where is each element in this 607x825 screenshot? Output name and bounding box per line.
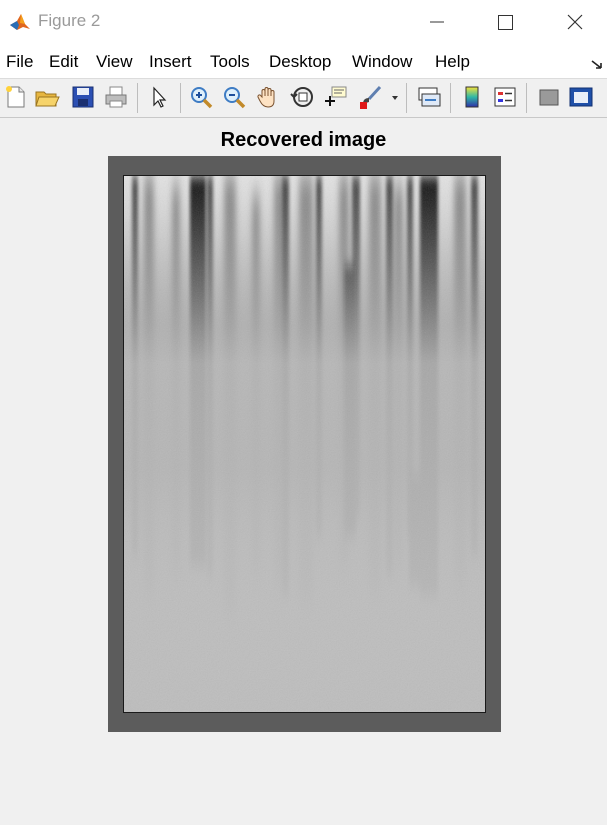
data-cursor-icon[interactable] xyxy=(322,84,348,110)
toolbar-separator xyxy=(137,83,138,113)
toolbar-separator xyxy=(526,83,527,113)
minimize-button[interactable] xyxy=(402,0,472,44)
pointer-icon[interactable] xyxy=(146,84,172,110)
print-icon[interactable] xyxy=(103,84,129,110)
menu-tools[interactable]: Tools xyxy=(210,52,250,72)
menu-help[interactable]: Help xyxy=(435,52,470,72)
menu-insert[interactable]: Insert xyxy=(149,52,192,72)
menu-edit[interactable]: Edit xyxy=(49,52,78,72)
toolbar-separator xyxy=(180,83,181,113)
dock-arrow-icon[interactable] xyxy=(591,57,603,75)
window-title: Figure 2 xyxy=(38,11,101,30)
zoom-in-icon[interactable] xyxy=(188,84,214,110)
rotate-3d-icon[interactable] xyxy=(290,84,316,110)
menu-bar: File Edit View Insert Tools Desktop Wind… xyxy=(0,44,607,78)
menu-desktop[interactable]: Desktop xyxy=(269,52,331,72)
minimize-icon xyxy=(430,21,444,23)
menu-view[interactable]: View xyxy=(96,52,133,72)
pan-hand-icon[interactable] xyxy=(255,84,281,110)
legend-icon[interactable] xyxy=(492,84,518,110)
axes-title: Recovered image xyxy=(220,129,387,151)
matlab-logo-icon xyxy=(8,10,32,34)
figure-toolbar xyxy=(0,78,607,118)
menu-window[interactable]: Window xyxy=(352,52,412,72)
grayscale-forest-image xyxy=(124,176,485,712)
close-button[interactable] xyxy=(540,0,607,44)
hide-plot-tools-icon[interactable] xyxy=(536,84,562,110)
colorbar-icon[interactable] xyxy=(459,84,485,110)
link-plot-icon[interactable] xyxy=(416,84,442,110)
recovered-image[interactable] xyxy=(124,176,485,712)
zoom-out-icon[interactable] xyxy=(221,84,247,110)
title-bar: Figure 2 xyxy=(0,0,607,44)
new-figure-icon[interactable] xyxy=(3,84,29,110)
maximize-button[interactable] xyxy=(470,0,540,44)
toolbar-separator xyxy=(406,83,407,113)
open-file-icon[interactable] xyxy=(34,84,60,110)
axes-frame xyxy=(108,156,501,732)
save-icon[interactable] xyxy=(70,84,96,110)
menu-file[interactable]: File xyxy=(6,52,33,72)
maximize-icon xyxy=(497,14,513,30)
toolbar-separator xyxy=(450,83,451,113)
close-icon xyxy=(567,14,583,30)
brush-dropdown-icon[interactable] xyxy=(389,84,401,110)
show-plot-tools-icon[interactable] xyxy=(568,84,594,110)
brush-icon[interactable] xyxy=(357,84,383,110)
